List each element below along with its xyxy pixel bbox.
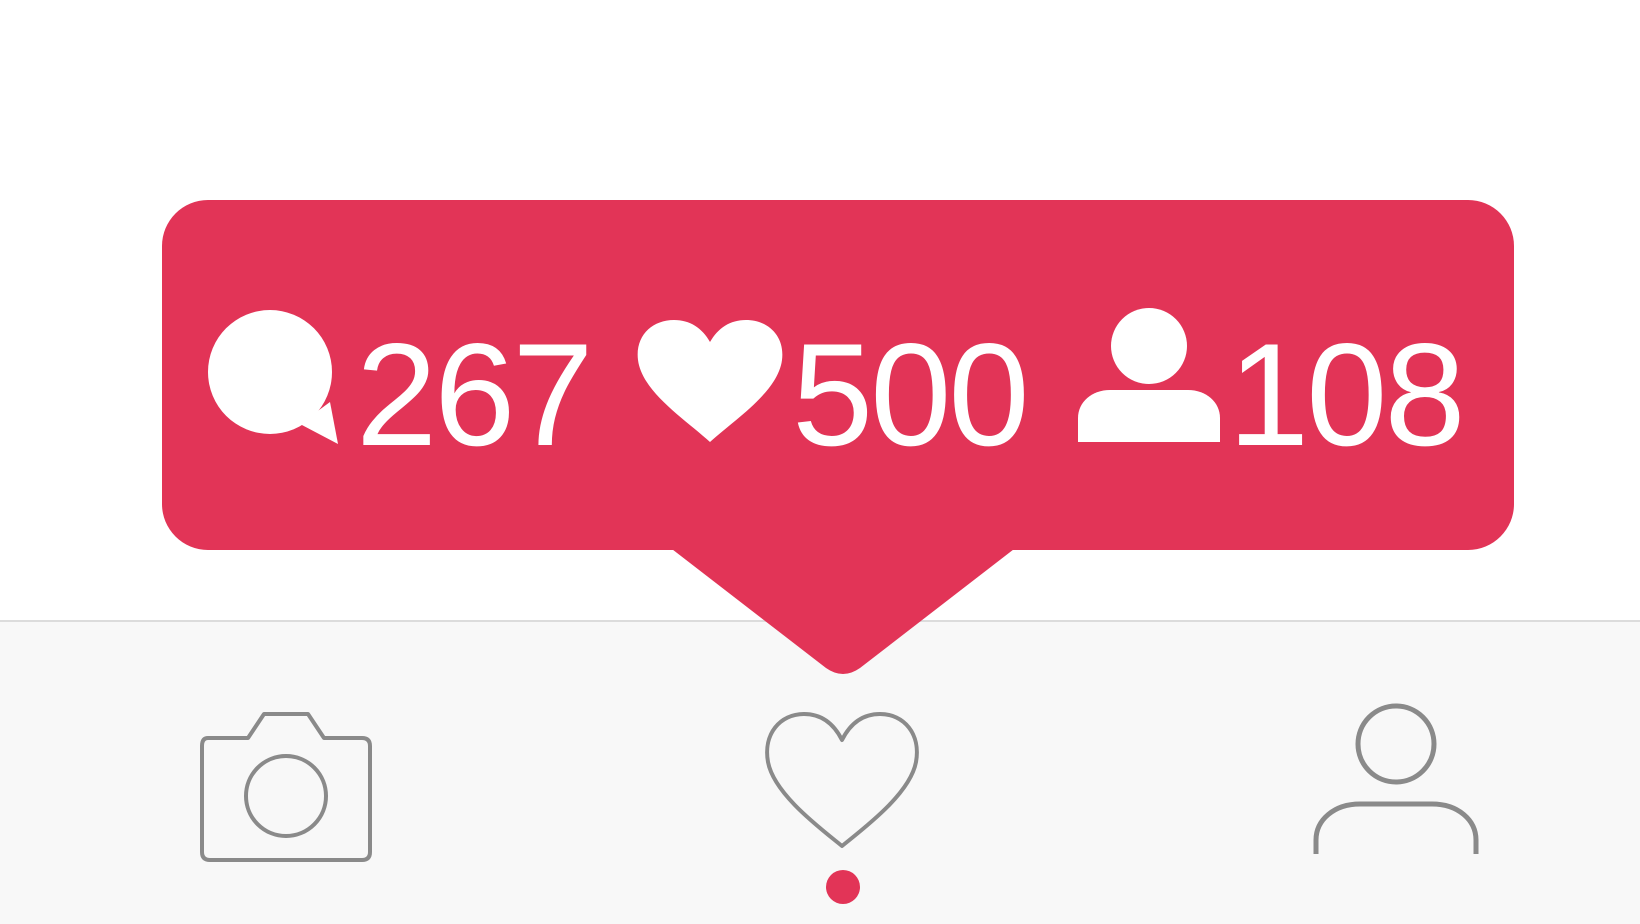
followers-count: 108 bbox=[1228, 313, 1466, 476]
person-icon bbox=[1076, 306, 1222, 442]
profile-icon bbox=[1313, 703, 1479, 854]
notification-pointer bbox=[668, 546, 1018, 680]
camera-icon bbox=[200, 712, 372, 862]
comments-count: 267 bbox=[356, 313, 594, 476]
speech-bubble-icon bbox=[204, 306, 342, 446]
heart-outline-icon bbox=[765, 712, 919, 848]
likes-count: 500 bbox=[792, 313, 1030, 476]
activity-tab-button[interactable] bbox=[760, 706, 924, 856]
camera-tab-button[interactable] bbox=[196, 704, 376, 868]
profile-tab-button[interactable] bbox=[1310, 700, 1482, 858]
active-tab-indicator bbox=[826, 870, 860, 904]
heart-icon bbox=[636, 318, 784, 444]
